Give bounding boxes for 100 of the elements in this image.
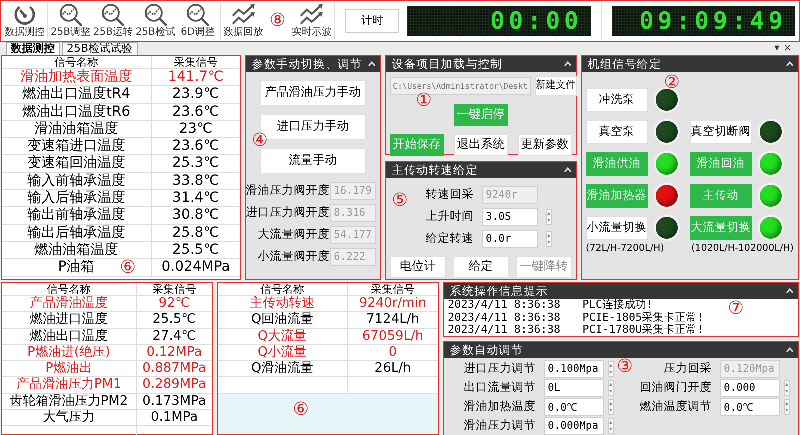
number-field[interactable]: 0.000Mpa <box>544 417 604 435</box>
callout-number: ⑤ <box>392 192 408 210</box>
table-cell-text: 27.4℃ <box>152 328 198 344</box>
field-label: 进口压力调节 <box>463 362 537 376</box>
table-cell: 大气压力 <box>2 410 137 426</box>
table-cell-text: 30.8℃ <box>172 207 220 224</box>
number-field[interactable]: 0.0℃ <box>720 398 780 416</box>
table-cell: Q滑油流量 <box>218 361 348 376</box>
table-cell: Q大流量 <box>218 328 348 344</box>
field-label: 上升时间 <box>426 210 474 224</box>
toolbar-button[interactable]: 6D调整 <box>178 2 218 40</box>
panel-title: 主传动转速给定 <box>392 162 478 178</box>
zoom-chart-icon <box>100 3 126 28</box>
collapse-icon[interactable] <box>786 288 794 294</box>
collapse-icon[interactable] <box>786 347 794 353</box>
spin-arrows-icon[interactable] <box>608 361 614 377</box>
timer-display: 00:00 <box>407 6 591 36</box>
table-cell: 齿轮箱滑油压力PM2 <box>2 394 137 410</box>
collapse-icon[interactable] <box>786 61 794 67</box>
number-field[interactable]: 0.000 <box>720 379 780 397</box>
signal-button[interactable]: 真空切断阀 <box>690 120 752 144</box>
signal-button[interactable]: 冲洗泵 <box>586 88 648 112</box>
number-field[interactable]: 3.0S <box>482 208 538 226</box>
table-cell: 滑油加热表面温度 <box>2 69 152 86</box>
callout-number: ⑦ <box>728 300 744 318</box>
table-cell: 燃油出口温度tR6 <box>2 104 152 120</box>
table-cell-text: 0 <box>388 344 398 360</box>
range-note: (72L/H-7200L/H) <box>586 244 664 255</box>
table-cell-text: 0.887MPa <box>142 361 208 376</box>
table-cell: 产品滑油压力PM1 <box>2 377 137 393</box>
table-cell-text: 25.8℃ <box>172 224 220 241</box>
callout-number: ⑧ <box>270 12 286 30</box>
zoom-chart-icon <box>185 3 212 28</box>
table-cell-text: 0.1MPa <box>150 410 200 426</box>
zoom-chart-icon <box>142 3 169 28</box>
action-button[interactable]: 更新参数 <box>518 134 572 156</box>
trend-arrows-icon <box>230 3 257 28</box>
panel-title: 设备项目加载与控制 <box>392 56 503 72</box>
dock-control[interactable]: × <box>784 43 792 55</box>
table-cell: 输入后轴承温度 <box>2 190 152 206</box>
spin-arrows-icon[interactable] <box>784 399 790 415</box>
toolbar-button[interactable]: 数据回放 <box>223 2 264 40</box>
spin-arrows-icon[interactable] <box>608 399 614 415</box>
callout-number: ② <box>664 74 680 92</box>
table-cell-text: 67059L/h <box>361 328 425 344</box>
spin-arrows-icon[interactable] <box>546 231 552 247</box>
dock-control[interactable]: ▾ <box>774 43 780 55</box>
number-field[interactable]: 0L <box>544 379 604 397</box>
table-cell-text: 23℃ <box>178 120 214 138</box>
spin-arrows-icon[interactable] <box>608 418 614 434</box>
action-button[interactable]: 退出系统 <box>454 134 508 156</box>
signal-button[interactable]: 真空泵 <box>586 120 648 144</box>
table-cell: 产品滑油温度 <box>2 296 137 312</box>
collapse-icon[interactable] <box>368 61 376 67</box>
action-button[interactable]: 给定 <box>453 256 509 278</box>
field-label: 回油阀门开度 <box>640 381 713 395</box>
number-field[interactable]: 0.0r <box>482 230 538 248</box>
timer-button[interactable]: 计时 <box>345 9 400 33</box>
log-time: 2023/4/11 8:36:38 <box>448 299 561 312</box>
table-cell: 燃油油箱温度 <box>2 242 152 258</box>
toolbar-button[interactable]: 数据测控 <box>5 2 46 40</box>
table-cell-text: 25.5℃ <box>152 312 198 328</box>
table-cell: 输入前轴承温度 <box>2 172 152 190</box>
toolbar-button[interactable]: 25B调整 <box>50 2 91 40</box>
spin-arrows-icon[interactable] <box>546 209 552 225</box>
table-cell: 主传动转速 <box>218 296 348 312</box>
table-cell-text: 7124L/h <box>366 312 420 328</box>
callout-number: ⑥ <box>120 259 136 277</box>
spin-arrows-icon[interactable] <box>608 380 614 396</box>
number-field[interactable]: 0.0℃ <box>544 398 604 416</box>
toolbar-button[interactable]: 25B检试 <box>135 2 176 40</box>
action-button[interactable]: 电位计 <box>390 256 446 278</box>
collapse-icon[interactable] <box>564 61 572 67</box>
table-cell-text: 33.8℃ <box>172 172 220 190</box>
log-time: 2023/4/11 8:36:38 <box>448 324 561 336</box>
panel-title: 机组信号给定 <box>588 56 662 72</box>
panel-title: 参数手动切换、调节 <box>252 56 363 72</box>
column-header: 信号名称 <box>218 283 348 295</box>
range-note: (1020L/H-102000L/H) <box>691 244 794 255</box>
table-cell: 变速箱进口温度 <box>2 138 152 154</box>
number-field[interactable]: 0.100Mpa <box>544 360 604 378</box>
collapse-icon[interactable] <box>564 167 572 173</box>
table-cell: 燃油进口温度 <box>2 312 137 328</box>
table-cell-text: 25.5℃ <box>172 242 220 258</box>
table-cell: 滑油油箱温度 <box>2 120 152 138</box>
manual-button[interactable]: 产品滑油压力手动 <box>260 80 366 106</box>
table-cell-text: 31.4℃ <box>172 190 220 206</box>
field-label: 给定转速 <box>426 232 474 246</box>
callout-number: ① <box>416 92 432 110</box>
trend-arrows-icon <box>299 3 326 28</box>
toolbar-button[interactable]: 25B运转 <box>92 2 134 40</box>
spin-arrows-icon[interactable] <box>784 380 790 396</box>
toolbar-button[interactable]: 实时示波 <box>292 2 332 40</box>
signal-button[interactable]: 小流量切换 <box>586 216 648 240</box>
table-cell-text: 92℃ <box>158 296 192 312</box>
table-cell: Q回油流量 <box>218 312 348 328</box>
table-cell-text: 23.6℃ <box>172 138 220 154</box>
field-label: 转速回采 <box>426 188 474 202</box>
manual-button[interactable]: 流量手动 <box>260 148 366 174</box>
log-message: PCI-1780U采集卡正常! <box>582 324 704 336</box>
